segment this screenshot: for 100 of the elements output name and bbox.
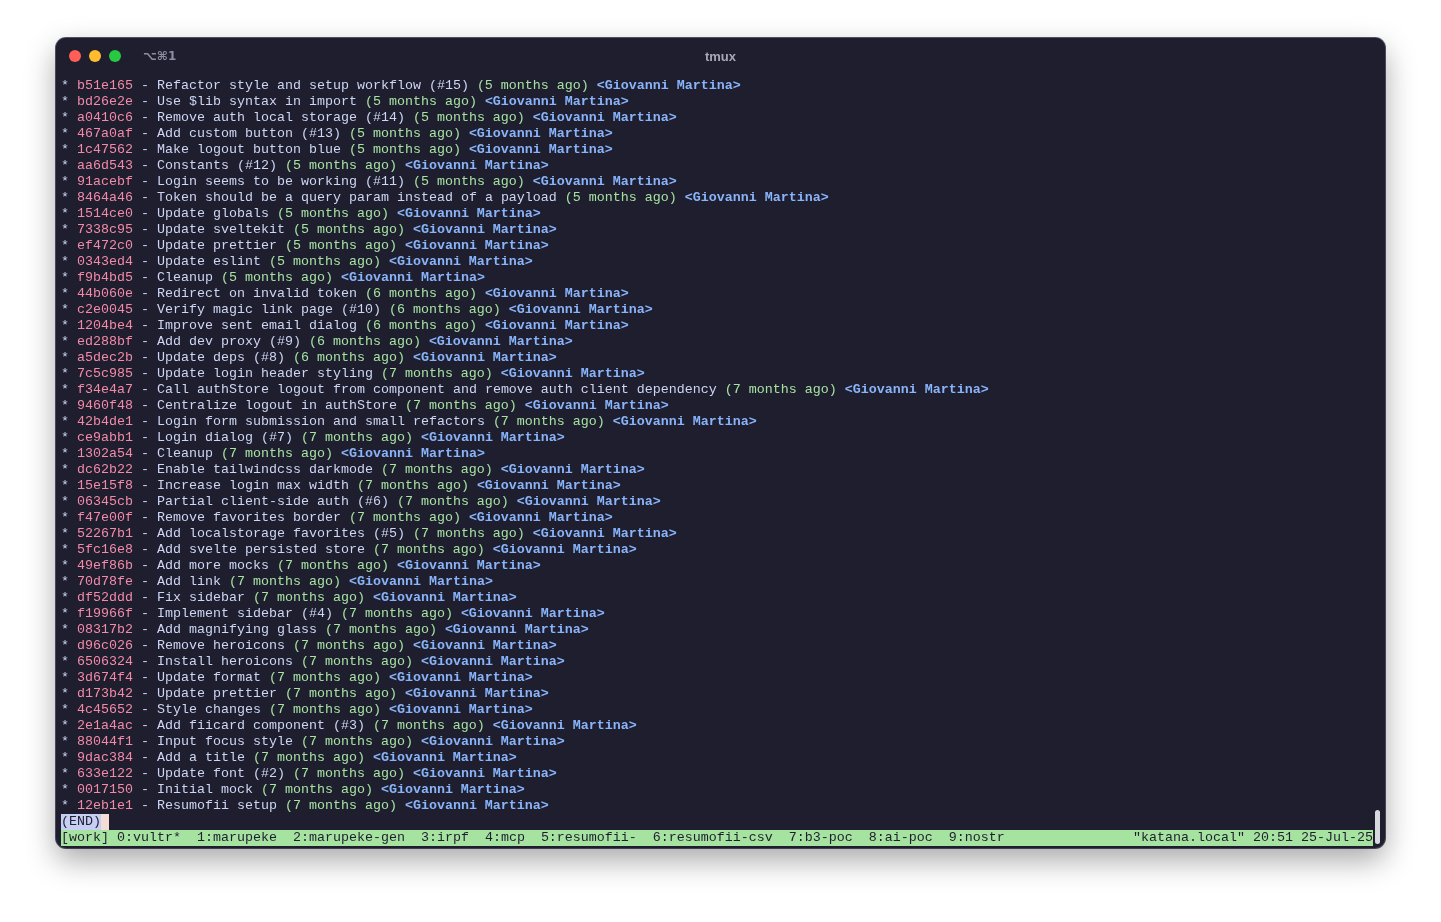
commit-message: Update deps (#8) — [156, 350, 285, 366]
commit-message: Login seems to be working (#11) — [156, 174, 405, 190]
minimize-button[interactable] — [89, 50, 101, 62]
separator-dash: - — [140, 494, 149, 510]
commit-age: (7 months ago) — [228, 574, 341, 590]
commit-hash: 6506324 — [77, 654, 133, 670]
separator-dash: - — [140, 206, 149, 222]
commit-message: Update sveltekit — [156, 222, 285, 238]
separator-dash: - — [140, 750, 149, 766]
commit-hash: 1c47562 — [77, 142, 133, 158]
commit-hash: 44b060e — [77, 286, 133, 302]
commit-hash: a0410c6 — [77, 110, 133, 126]
graph-marker: * — [61, 478, 69, 494]
graph-marker: * — [61, 206, 69, 222]
commit-hash: ed288bf — [77, 334, 133, 350]
commit-message: Redirect on invalid token — [156, 286, 357, 302]
commit-message: Make logout button blue — [156, 142, 341, 158]
window-tab[interactable]: 4:mcp — [484, 830, 525, 846]
separator-dash: - — [140, 702, 149, 718]
separator-dash: - — [140, 110, 149, 126]
commit-age: (5 months ago) — [284, 238, 397, 254]
window-tab[interactable]: 5:resumofii- — [540, 830, 637, 846]
graph-marker: * — [61, 558, 69, 574]
commit-author: <Giovanni Martina> — [404, 686, 549, 702]
commit-age: (7 months ago) — [268, 702, 381, 718]
commit-hash: 42b4de1 — [77, 414, 133, 430]
window-tab[interactable]: 7:b3-poc — [788, 830, 853, 846]
commit-message: Verify magic link page (#10) — [156, 302, 381, 318]
commit-age: (5 months ago) — [292, 222, 405, 238]
graph-marker: * — [61, 782, 69, 798]
commit-message: Update prettier — [156, 686, 277, 702]
window-tab[interactable]: 1:marupeke — [196, 830, 277, 846]
separator-dash: - — [140, 158, 149, 174]
separator-dash: - — [140, 414, 149, 430]
commit-author: <Giovanni Martina> — [420, 734, 565, 750]
separator-dash: - — [140, 174, 149, 190]
scrollbar-thumb[interactable] — [1375, 810, 1380, 844]
separator-dash: - — [140, 286, 149, 302]
graph-marker: * — [61, 798, 69, 814]
text-cursor — [101, 814, 109, 830]
commit-message: Update format — [156, 670, 261, 686]
commit-age: (7 months ago) — [300, 430, 413, 446]
commit-message: Add dev proxy (#9) — [156, 334, 301, 350]
commit-message: Partial client-side auth (#6) — [156, 494, 389, 510]
commit-author: <Giovanni Martina> — [396, 558, 541, 574]
graph-marker: * — [61, 158, 69, 174]
graph-marker: * — [61, 750, 69, 766]
separator-dash: - — [140, 686, 149, 702]
graph-marker: * — [61, 126, 69, 142]
close-button[interactable] — [69, 50, 81, 62]
window-tab[interactable]: 3:irpf — [420, 830, 469, 846]
graph-marker: * — [61, 318, 69, 334]
commit-message: Login dialog (#7) — [156, 430, 293, 446]
window-tab[interactable]: 2:marupeke-gen — [292, 830, 405, 846]
graph-marker: * — [61, 174, 69, 190]
commit-message: Fix sidebar — [156, 590, 245, 606]
commit-author: <Giovanni Martina> — [340, 446, 485, 462]
commit-hash: d173b42 — [77, 686, 133, 702]
commit-author: <Giovanni Martina> — [532, 526, 677, 542]
separator-dash: - — [140, 766, 149, 782]
zoom-button[interactable] — [109, 50, 121, 62]
commit-hash: 7c5c985 — [77, 366, 133, 382]
graph-marker: * — [61, 334, 69, 350]
separator-dash: - — [140, 654, 149, 670]
separator-dash: - — [140, 606, 149, 622]
commit-author: <Giovanni Martina> — [532, 110, 677, 126]
window-tab[interactable]: 9:nostr — [948, 830, 1005, 846]
graph-marker: * — [61, 734, 69, 750]
commit-hash: 52267b1 — [77, 526, 133, 542]
commit-message: Centralize logout in authStore — [156, 398, 397, 414]
separator-dash: - — [140, 398, 149, 414]
commit-author: <Giovanni Martina> — [388, 702, 533, 718]
graph-marker: * — [61, 702, 69, 718]
commit-message: Update font (#2) — [156, 766, 285, 782]
commit-age: (5 months ago) — [284, 158, 397, 174]
commit-hash: 633e122 — [77, 766, 133, 782]
commit-age: (6 months ago) — [388, 302, 501, 318]
commit-age: (5 months ago) — [412, 174, 525, 190]
commit-hash: f19966f — [77, 606, 133, 622]
commit-message: Initial mock — [156, 782, 253, 798]
commit-author: <Giovanni Martina> — [484, 94, 629, 110]
commit-hash: 8464a46 — [77, 190, 133, 206]
commit-age: (5 months ago) — [348, 142, 461, 158]
window-tab[interactable]: 6:resumofii-csv — [652, 830, 773, 846]
commit-hash: 2e1a4ac — [77, 718, 133, 734]
graph-marker: * — [61, 302, 69, 318]
commit-age: (5 months ago) — [268, 254, 381, 270]
commit-hash: a5dec2b — [77, 350, 133, 366]
separator-dash: - — [140, 334, 149, 350]
commit-age: (7 months ago) — [372, 542, 485, 558]
commit-message: Add fiicard component (#3) — [156, 718, 365, 734]
commit-message: Add custom button (#13) — [156, 126, 341, 142]
commit-age: (5 months ago) — [412, 110, 525, 126]
separator-dash: - — [140, 126, 149, 142]
commit-hash: 08317b2 — [77, 622, 133, 638]
graph-marker: * — [61, 254, 69, 270]
window-tab[interactable]: 0:vultr* — [117, 830, 181, 846]
commit-author: <Giovanni Martina> — [484, 318, 629, 334]
commit-author: <Giovanni Martina> — [396, 206, 541, 222]
window-tab[interactable]: 8:ai-poc — [868, 830, 933, 846]
